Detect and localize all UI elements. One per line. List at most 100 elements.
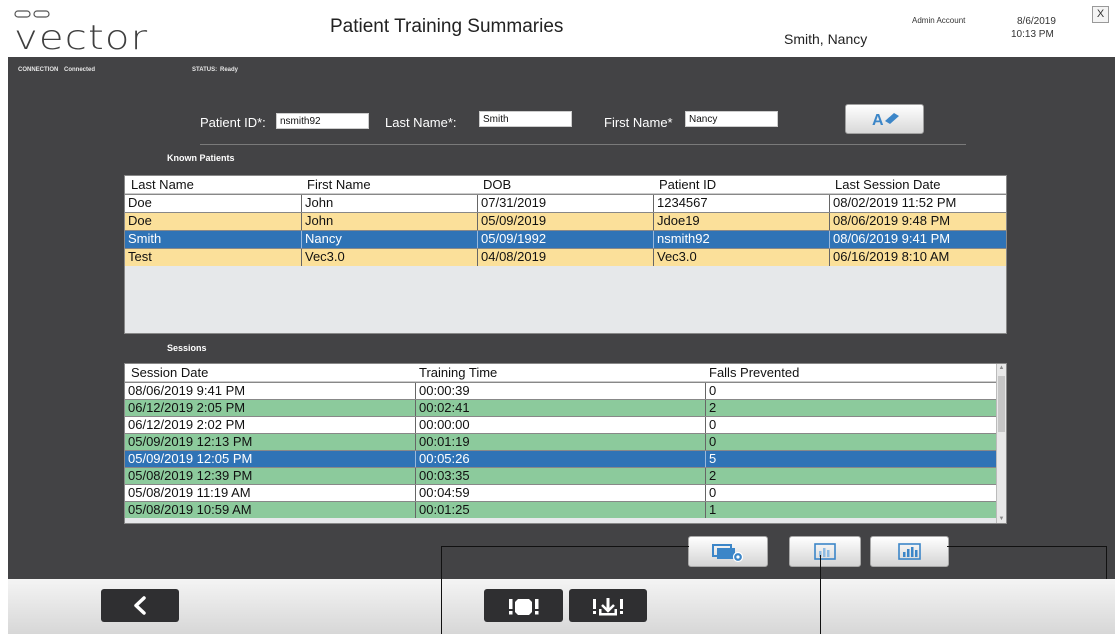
patient-cell: 08/06/2019 9:48 PM xyxy=(829,213,1006,230)
sessions-table: Session Date Training Time Falls Prevent… xyxy=(124,363,1007,524)
hardware-alert-button[interactable] xyxy=(569,589,647,622)
vector-logo: vector xyxy=(14,10,147,58)
session-cell: 00:01:19 xyxy=(415,434,705,450)
callout-line xyxy=(947,546,1106,547)
hardware-alert-icon xyxy=(593,598,623,616)
session-row[interactable]: 05/08/2019 11:19 AM 00:04:59 0 xyxy=(125,484,996,501)
edit-name-icon: A xyxy=(872,112,899,129)
session-cell: 06/12/2019 2:02 PM xyxy=(128,417,246,432)
alert-button[interactable] xyxy=(484,589,563,622)
patient-id-input[interactable] xyxy=(276,113,369,129)
column-header[interactable]: First Name xyxy=(307,177,371,192)
patient-row[interactable]: Doe John 07/31/2019 1234567 08/02/2019 11:52… xyxy=(125,194,1006,212)
patient-cell: John xyxy=(301,195,477,212)
session-cell: 00:01:25 xyxy=(415,502,705,518)
session-cell: 05/09/2019 12:05 PM xyxy=(128,451,253,466)
column-header[interactable]: Last Session Date xyxy=(835,177,941,192)
session-row[interactable]: 05/09/2019 12:05 PM 00:05:26 5 xyxy=(125,450,996,467)
patient-id-label: Patient ID*: xyxy=(200,115,266,130)
sessions-scrollbar[interactable]: ▲ ▼ xyxy=(996,364,1006,523)
session-row[interactable]: 05/08/2019 12:39 PM 00:03:35 2 xyxy=(125,467,996,484)
session-cell: 2 xyxy=(705,468,996,484)
patient-cell: 1234567 xyxy=(653,195,829,212)
current-patient-name: Smith, Nancy xyxy=(784,31,868,47)
view-session-icon xyxy=(712,544,744,563)
callout-line xyxy=(820,579,821,634)
patient-cell: Doe xyxy=(128,213,152,228)
connection-label: CONNECTION xyxy=(18,67,59,73)
alert-icon xyxy=(509,599,539,615)
session-row[interactable]: 05/09/2019 12:13 PM 00:01:19 0 xyxy=(125,433,996,450)
callout-line xyxy=(441,579,442,634)
patient-cell: Smith xyxy=(128,231,162,246)
session-cell: 08/06/2019 9:41 PM xyxy=(128,383,246,398)
last-name-label: Last Name*: xyxy=(385,115,457,130)
known-patients-header: Last Name First Name DOB Patient ID Last… xyxy=(125,176,1006,194)
patient-row[interactable]: Doe John 05/09/2019 Jdoe19 08/06/2019 9:48 P… xyxy=(125,212,1006,230)
session-row[interactable]: 05/08/2019 10:59 AM 00:01:25 1 xyxy=(125,501,996,518)
session-cell: 05/08/2019 10:59 AM xyxy=(128,502,252,517)
edit-patient-button[interactable]: A xyxy=(845,104,924,134)
summary-report-button[interactable] xyxy=(870,536,949,567)
column-header[interactable]: DOB xyxy=(483,177,511,192)
patient-cell: Vec3.0 xyxy=(301,249,477,266)
session-cell: 0 xyxy=(705,417,996,433)
view-session-button[interactable] xyxy=(688,536,768,567)
patient-cell: Doe xyxy=(128,195,152,210)
session-cell: 5 xyxy=(705,451,996,467)
scroll-down-arrow-icon[interactable]: ▼ xyxy=(997,516,1006,522)
callout-line xyxy=(1106,546,1107,579)
column-header[interactable]: Patient ID xyxy=(659,177,716,192)
session-report-icon xyxy=(814,543,836,560)
footer-bar xyxy=(8,579,1115,634)
session-cell: 00:00:39 xyxy=(415,383,705,399)
current-time: 10:13 PM xyxy=(1011,29,1054,40)
session-cell: 00:00:00 xyxy=(415,417,705,433)
back-arrow-icon xyxy=(134,596,146,615)
status-value: Ready xyxy=(220,67,239,73)
scroll-thumb[interactable] xyxy=(998,376,1005,432)
patient-cell: 07/31/2019 xyxy=(477,195,653,212)
connection-value: Connected xyxy=(64,67,96,73)
close-button[interactable]: X xyxy=(1092,6,1109,23)
patient-cell: 08/06/2019 9:41 PM xyxy=(829,231,1006,248)
session-cell: 05/09/2019 12:13 PM xyxy=(128,434,253,449)
logo-text: vector xyxy=(14,18,149,58)
session-cell: 06/12/2019 2:05 PM xyxy=(128,400,246,415)
page-title: Patient Training Summaries xyxy=(330,16,564,37)
sessions-header: Session Date Training Time Falls Prevent… xyxy=(125,364,996,382)
form-divider xyxy=(200,144,966,145)
summary-report-icon xyxy=(898,543,921,560)
session-cell: 0 xyxy=(705,485,996,501)
patient-row[interactable]: Smith Nancy 05/09/1992 nsmith92 08/06/2019 9… xyxy=(125,230,1006,248)
patient-cell: John xyxy=(301,213,477,230)
back-button[interactable] xyxy=(101,589,179,622)
scroll-up-arrow-icon[interactable]: ▲ xyxy=(997,365,1006,371)
main-panel: CONNECTION Connected STATUS: Ready Patie… xyxy=(8,57,1115,579)
session-row[interactable]: 08/06/2019 9:41 PM 00:00:39 0 xyxy=(125,382,996,399)
last-name-input[interactable] xyxy=(479,111,572,127)
column-header[interactable]: Falls Prevented xyxy=(709,365,799,380)
header-bar: vector Patient Training Summaries Smith,… xyxy=(8,0,1115,58)
session-cell: 2 xyxy=(705,400,996,416)
patient-cell: Test xyxy=(128,249,152,264)
session-cell: 00:02:41 xyxy=(415,400,705,416)
session-report-button[interactable] xyxy=(789,536,861,567)
session-cell: 05/08/2019 11:19 AM xyxy=(128,485,251,500)
session-cell: 00:05:26 xyxy=(415,451,705,467)
session-cell: 05/08/2019 12:39 PM xyxy=(128,468,253,483)
column-header[interactable]: Session Date xyxy=(131,365,208,380)
session-cell: 00:04:59 xyxy=(415,485,705,501)
session-row[interactable]: 06/12/2019 2:02 PM 00:00:00 0 xyxy=(125,416,996,433)
patient-cell: nsmith92 xyxy=(653,231,829,248)
sessions-label: Sessions xyxy=(167,343,207,353)
patient-cell: 06/16/2019 8:10 AM xyxy=(829,249,1006,266)
session-row[interactable]: 06/12/2019 2:05 PM 00:02:41 2 xyxy=(125,399,996,416)
column-header[interactable]: Training Time xyxy=(419,365,497,380)
patient-cell: Vec3.0 xyxy=(653,249,829,266)
patient-row[interactable]: Test Vec3.0 04/08/2019 Vec3.0 06/16/2019 8:1… xyxy=(125,248,1006,266)
column-header[interactable]: Last Name xyxy=(131,177,194,192)
patient-cell: 04/08/2019 xyxy=(477,249,653,266)
first-name-input[interactable] xyxy=(685,111,778,127)
session-cell: 1 xyxy=(705,502,996,518)
